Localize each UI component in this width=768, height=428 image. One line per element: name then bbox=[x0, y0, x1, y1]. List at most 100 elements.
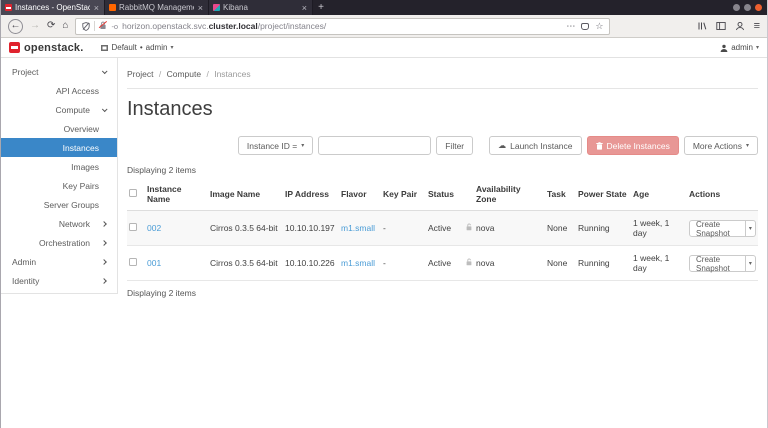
pocket-icon[interactable] bbox=[581, 22, 590, 30]
menu-icon[interactable]: ≡ bbox=[754, 20, 760, 32]
col-ip-address[interactable]: IP Address bbox=[283, 178, 339, 211]
browser-navbar: ← → ⟳ ⌂ -o horizon.openstack.svc.cluster… bbox=[1, 15, 767, 38]
tab-kibana[interactable]: Kibana × bbox=[209, 0, 313, 15]
user-icon bbox=[720, 44, 728, 52]
account-icon[interactable] bbox=[735, 21, 745, 31]
row-actions-dropdown[interactable]: ▾ bbox=[745, 255, 756, 273]
image-name-cell: Cirros 0.3.5 64-bit bbox=[208, 245, 283, 281]
chevron-right-icon bbox=[101, 239, 107, 246]
row-actions-dropdown[interactable]: ▾ bbox=[745, 220, 756, 238]
openstack-brand[interactable]: openstack. bbox=[9, 42, 83, 54]
more-actions-dropdown[interactable]: More Actions ▾ bbox=[683, 136, 758, 155]
toolbar-icons: ≡ bbox=[697, 20, 760, 32]
project-context-switcher[interactable]: Default • admin ▾ bbox=[101, 43, 173, 52]
chevron-right-icon bbox=[101, 277, 107, 284]
row-checkbox[interactable] bbox=[129, 223, 137, 231]
row-checkbox[interactable] bbox=[129, 258, 137, 266]
openstack-favicon-icon bbox=[5, 4, 12, 11]
instance-name-link[interactable]: 001 bbox=[147, 258, 161, 268]
sidebar-item-key-pairs[interactable]: Key Pairs bbox=[1, 176, 117, 195]
breadcrumb-project[interactable]: Project bbox=[127, 69, 153, 79]
sidebar-item-orchestration[interactable]: Orchestration bbox=[1, 233, 117, 252]
task-cell: None bbox=[545, 210, 576, 246]
close-tab-icon[interactable]: × bbox=[93, 3, 100, 13]
flavor-link[interactable]: m1.small bbox=[341, 223, 375, 233]
create-snapshot-button[interactable]: Create Snapshot bbox=[689, 220, 746, 238]
tab-openstack-instances[interactable]: Instances - OpenStack D × bbox=[1, 0, 105, 15]
tab-title: Instances - OpenStack D bbox=[15, 3, 90, 12]
key-pair-cell: - bbox=[381, 210, 426, 246]
openstack-logo-icon bbox=[9, 42, 20, 53]
back-button[interactable]: ← bbox=[8, 18, 23, 34]
chevron-down-icon bbox=[101, 67, 108, 74]
col-flavor[interactable]: Flavor bbox=[339, 178, 381, 211]
chevron-right-icon bbox=[101, 220, 107, 227]
sidebar: Project API Access Compute Overview Inst… bbox=[1, 58, 118, 294]
browser-window: Instances - OpenStack D × RabbitMQ Manag… bbox=[0, 0, 768, 428]
reload-icon[interactable]: ⟳ bbox=[47, 21, 55, 31]
new-tab-button[interactable]: + bbox=[313, 0, 329, 15]
sidebar-item-project[interactable]: Project bbox=[1, 62, 117, 81]
rabbitmq-favicon-icon bbox=[109, 4, 116, 11]
sidebar-item-compute[interactable]: Compute bbox=[1, 100, 117, 119]
filter-input[interactable] bbox=[318, 136, 432, 155]
tab-rabbitmq[interactable]: RabbitMQ Management × bbox=[105, 0, 209, 15]
bookmark-star-icon[interactable]: ☆ bbox=[595, 21, 603, 32]
filter-field-dropdown[interactable]: Instance ID = ▾ bbox=[237, 136, 314, 155]
minimize-button[interactable] bbox=[733, 4, 740, 11]
home-icon[interactable]: ⌂ bbox=[62, 21, 68, 31]
availability-zone-cell: nova bbox=[474, 245, 545, 281]
item-count-bottom: Displaying 2 items bbox=[127, 288, 196, 298]
back-icon: ← bbox=[10, 20, 21, 31]
image-name-cell: Cirros 0.3.5 64-bit bbox=[208, 210, 283, 246]
col-power-state[interactable]: Power State bbox=[576, 178, 631, 211]
close-tab-icon[interactable]: × bbox=[197, 3, 204, 13]
page-actions-icon[interactable]: ⋯ bbox=[566, 21, 575, 32]
breadcrumb-compute[interactable]: Compute bbox=[167, 69, 202, 79]
unlock-icon bbox=[465, 223, 473, 233]
sidebar-item-instances[interactable]: Instances bbox=[1, 138, 117, 157]
chevron-down-icon: ▾ bbox=[301, 143, 305, 149]
table-row: 001 Cirros 0.3.5 64-bit 10.10.10.226 m1.… bbox=[127, 245, 758, 281]
filter-button[interactable]: Filter bbox=[436, 136, 474, 155]
sidebar-item-network[interactable]: Network bbox=[1, 214, 117, 233]
sidebar-item-identity[interactable]: Identity bbox=[1, 271, 117, 290]
sidebar-item-api-access[interactable]: API Access bbox=[1, 81, 117, 100]
select-all-checkbox[interactable] bbox=[129, 189, 137, 197]
sidebar-item-images[interactable]: Images bbox=[1, 157, 117, 176]
close-window-button[interactable] bbox=[755, 4, 762, 11]
forward-icon[interactable]: → bbox=[30, 21, 40, 31]
table-header-row: Instance Name Image Name IP Address Flav… bbox=[127, 178, 758, 211]
col-status[interactable]: Status bbox=[426, 178, 474, 211]
url-bar[interactable]: -o horizon.openstack.svc.cluster.local/p… bbox=[75, 17, 611, 35]
library-icon[interactable] bbox=[697, 21, 707, 31]
user-name: admin bbox=[731, 43, 753, 52]
flavor-link[interactable]: m1.small bbox=[341, 258, 375, 268]
domain-icon bbox=[101, 44, 109, 51]
main-content: Project / Compute / Instances Instances … bbox=[118, 58, 767, 301]
delete-instances-button[interactable]: Delete Instances bbox=[586, 136, 679, 155]
sidebar-item-overview[interactable]: Overview bbox=[1, 119, 117, 138]
task-cell: None bbox=[545, 245, 576, 281]
col-key-pair[interactable]: Key Pair bbox=[381, 178, 426, 211]
table-row: 002 Cirros 0.3.5 64-bit 10.10.10.197 m1.… bbox=[127, 210, 758, 246]
create-snapshot-button[interactable]: Create Snapshot bbox=[689, 255, 746, 273]
sidebar-toggle-icon[interactable] bbox=[715, 21, 726, 31]
user-menu[interactable]: admin ▾ bbox=[720, 43, 759, 52]
ip-address-cell: 10.10.10.226 bbox=[283, 245, 339, 281]
chevron-down-icon: ▾ bbox=[170, 45, 174, 51]
col-task[interactable]: Task bbox=[545, 178, 576, 211]
col-age[interactable]: Age bbox=[631, 178, 687, 211]
launch-instance-button[interactable]: ☁ Launch Instance bbox=[489, 136, 582, 155]
col-image-name[interactable]: Image Name bbox=[208, 178, 283, 211]
tracking-shield-icon[interactable] bbox=[82, 21, 91, 31]
close-tab-icon[interactable]: × bbox=[301, 3, 308, 13]
sidebar-item-admin[interactable]: Admin bbox=[1, 252, 117, 271]
maximize-button[interactable] bbox=[744, 4, 751, 11]
instance-name-link[interactable]: 002 bbox=[147, 223, 161, 233]
insecure-lock-icon[interactable] bbox=[99, 21, 107, 32]
col-instance-name[interactable]: Instance Name bbox=[145, 178, 208, 211]
col-actions: Actions bbox=[687, 178, 758, 211]
sidebar-item-server-groups[interactable]: Server Groups bbox=[1, 195, 117, 214]
col-availability-zone[interactable]: Availability Zone bbox=[474, 178, 545, 211]
